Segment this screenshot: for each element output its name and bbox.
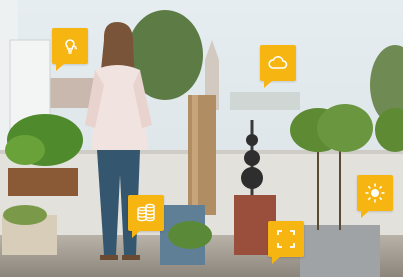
frame-corners-icon — [277, 230, 295, 248]
frame-corners-callout[interactable] — [268, 221, 304, 264]
cloud-callout[interactable] — [260, 45, 296, 88]
cloud-icon — [268, 56, 288, 69]
light-bulb-callout[interactable] — [52, 28, 88, 71]
coins-callout[interactable] — [128, 195, 164, 238]
sun-callout[interactable] — [357, 175, 393, 218]
coins-icon — [137, 203, 155, 222]
balcony-photo — [0, 0, 403, 277]
light-bulb-icon — [65, 39, 78, 54]
sun-icon — [365, 183, 385, 203]
